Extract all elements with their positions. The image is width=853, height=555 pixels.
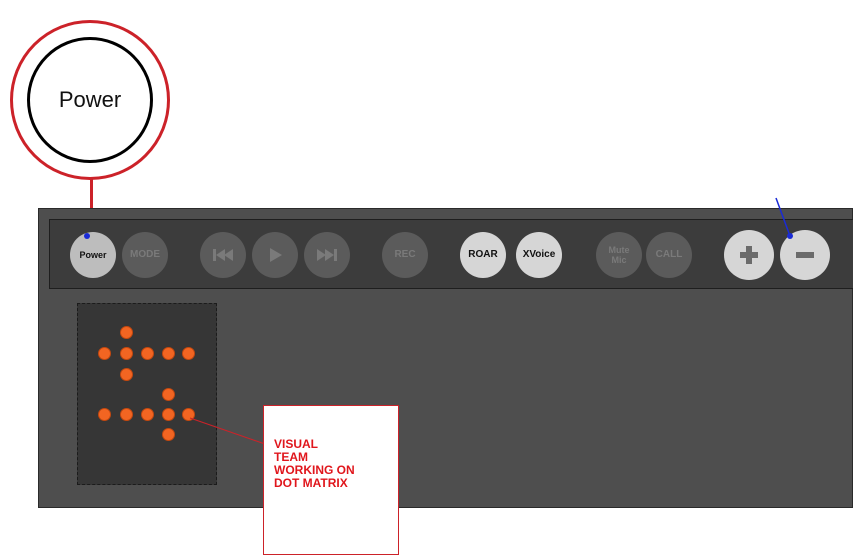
control-toolbar: Power MODE REC ROAR XVoice Mute Mic CALL bbox=[49, 219, 853, 289]
dot-matrix-display bbox=[77, 303, 217, 485]
play-icon bbox=[267, 247, 283, 263]
annotation-note-text: VISUAL TEAM WORKING ON DOT MATRIX bbox=[274, 437, 355, 490]
led-dot bbox=[162, 388, 175, 401]
power-button-label: Power bbox=[79, 250, 107, 260]
minus-icon bbox=[794, 244, 816, 266]
power-button[interactable]: Power bbox=[70, 232, 116, 278]
record-button-label: REC bbox=[394, 249, 416, 260]
mute-mic-button-label: Mute Mic bbox=[608, 245, 630, 265]
led-dot bbox=[141, 408, 154, 421]
roar-button[interactable]: ROAR bbox=[460, 232, 506, 278]
led-dot bbox=[98, 408, 111, 421]
roar-button-label: ROAR bbox=[468, 249, 498, 260]
power-marker-dot bbox=[84, 233, 90, 239]
skip-forward-icon bbox=[316, 248, 338, 262]
volume-pointer-line bbox=[775, 197, 793, 239]
call-button[interactable]: CALL bbox=[646, 232, 692, 278]
power-callout-label: Power bbox=[27, 37, 153, 163]
led-dot bbox=[162, 428, 175, 441]
mode-button[interactable]: MODE bbox=[122, 232, 168, 278]
xvoice-button-label: XVoice bbox=[522, 249, 556, 260]
note-connector-line bbox=[189, 417, 266, 445]
led-dot bbox=[182, 347, 195, 360]
plus-icon bbox=[738, 244, 760, 266]
led-dot bbox=[141, 347, 154, 360]
annotation-note: VISUAL TEAM WORKING ON DOT MATRIX bbox=[263, 405, 399, 555]
led-dot bbox=[120, 347, 133, 360]
led-dot bbox=[162, 347, 175, 360]
led-dot bbox=[120, 408, 133, 421]
led-dot bbox=[98, 347, 111, 360]
volume-up-button[interactable] bbox=[724, 230, 774, 280]
mute-mic-button[interactable]: Mute Mic bbox=[596, 232, 642, 278]
mode-button-label: MODE bbox=[130, 249, 160, 260]
play-button[interactable] bbox=[252, 232, 298, 278]
xvoice-button[interactable]: XVoice bbox=[516, 232, 562, 278]
previous-track-button[interactable] bbox=[200, 232, 246, 278]
next-track-button[interactable] bbox=[304, 232, 350, 278]
led-dot bbox=[162, 408, 175, 421]
led-dot bbox=[120, 368, 133, 381]
power-callout: Power bbox=[10, 20, 170, 180]
device-panel: Power MODE REC ROAR XVoice Mute Mic CALL bbox=[38, 208, 853, 508]
led-dot bbox=[120, 326, 133, 339]
call-button-label: CALL bbox=[655, 249, 683, 260]
record-button[interactable]: REC bbox=[382, 232, 428, 278]
skip-back-icon bbox=[212, 248, 234, 262]
